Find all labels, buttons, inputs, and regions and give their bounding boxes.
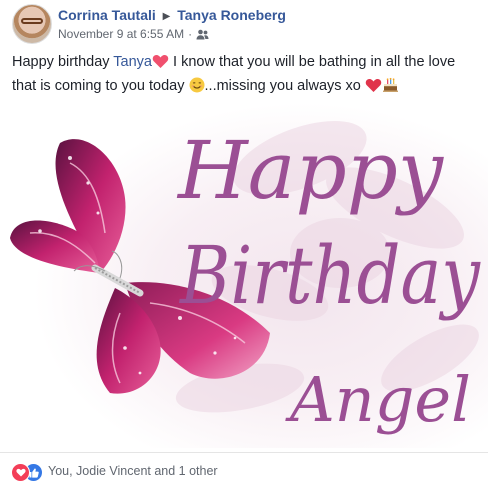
separator-dot: ·	[188, 27, 193, 41]
author-name[interactable]: Corrina Tautali	[58, 7, 156, 23]
triangle-right-icon: ▶	[162, 11, 171, 22]
birthday-cake-emoji-icon	[382, 77, 399, 100]
card-line-happy: Happy	[176, 124, 445, 217]
post-meta: November 9 at 6:55 AM ·	[58, 27, 209, 43]
post-image[interactable]: Happy Birthday Angel	[0, 103, 488, 448]
heart-emoji-icon	[365, 78, 382, 100]
mention-link[interactable]: Tanya	[113, 54, 152, 70]
smiling-face-emoji-icon	[189, 77, 205, 100]
message-text-3: ...missing you always xo	[204, 78, 365, 94]
reaction-icons[interactable]	[11, 463, 45, 482]
birthday-card-image: Happy Birthday Angel	[0, 103, 488, 448]
post-header: Corrina Tautali ▶ Tanya Roneberg Novembe…	[0, 0, 488, 48]
reaction-summary[interactable]: You, Jodie Vincent and 1 other	[48, 464, 218, 478]
post-message: Happy birthday Tanya I know that you wil…	[12, 52, 482, 100]
heart-emoji-icon	[152, 54, 169, 76]
target-name[interactable]: Tanya Roneberg	[177, 7, 286, 23]
card-line-angel: Angel	[285, 363, 471, 436]
post-title: Corrina Tautali ▶ Tanya Roneberg	[58, 7, 286, 23]
timestamp[interactable]: November 9 at 6:55 AM	[58, 27, 184, 41]
love-reaction-icon	[11, 463, 30, 482]
avatar[interactable]	[12, 4, 52, 44]
card-line-birthday: Birthday	[178, 229, 481, 322]
message-text-1: Happy birthday	[12, 54, 114, 70]
post-footer: You, Jodie Vincent and 1 other	[0, 452, 488, 489]
avatar-glasses	[21, 18, 43, 24]
friends-icon[interactable]	[196, 29, 209, 43]
